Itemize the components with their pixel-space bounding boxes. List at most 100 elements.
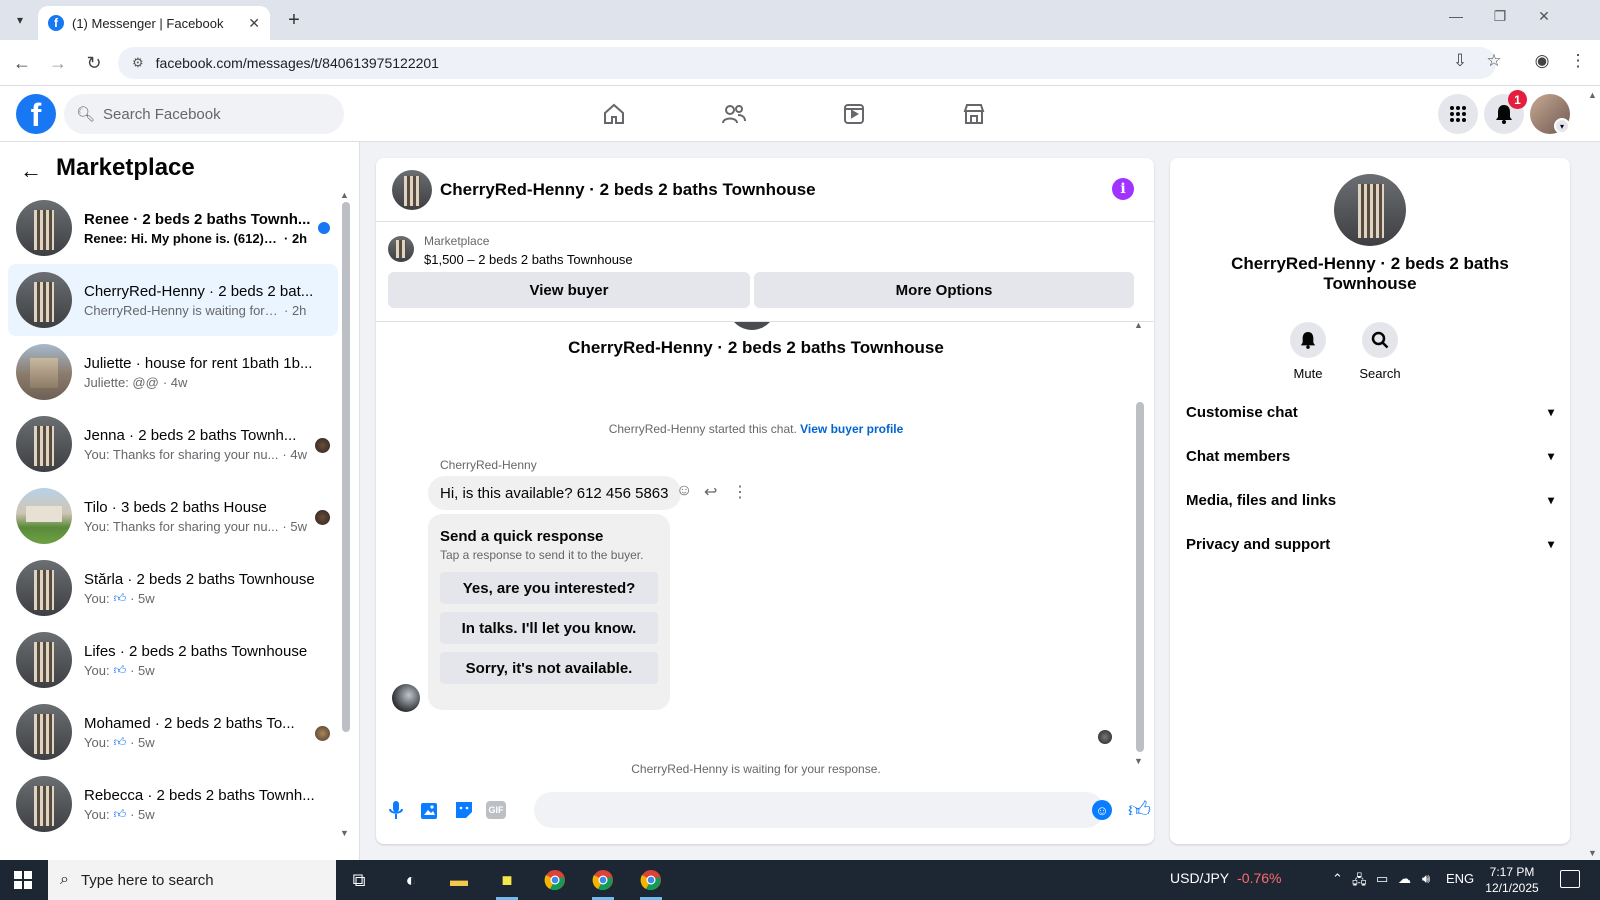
install-app-icon[interactable]: ⇩	[1448, 51, 1472, 71]
sticky-notes-icon[interactable]: ■	[490, 866, 524, 900]
page-scroll-up-icon[interactable]: ▲	[1588, 90, 1597, 100]
view-buyer-button[interactable]: View buyer	[388, 272, 750, 308]
volume-icon[interactable]: 🔊︎	[1422, 871, 1430, 887]
file-explorer-icon[interactable]: ▬	[442, 866, 476, 894]
tab-list-chevron-icon[interactable]: ▾	[8, 8, 32, 32]
conversation-item[interactable]: Juliette · house for rent 1bath 1b... Ju…	[8, 336, 338, 408]
reload-icon[interactable]: ↻	[82, 51, 106, 75]
more-actions-icon[interactable]: ⋮	[732, 482, 748, 502]
privacy-support-row[interactable]: Privacy and support ▾	[1186, 524, 1554, 564]
bookmark-star-icon[interactable]: ☆	[1482, 51, 1506, 71]
account-chevron-down-icon[interactable]: ▾	[1554, 118, 1570, 134]
reply-icon[interactable]: ↩	[704, 482, 717, 502]
battery-icon[interactable]: ▭	[1376, 871, 1388, 887]
friends-icon[interactable]	[714, 96, 754, 132]
conversation-item[interactable]: Rebecca · 2 beds 2 baths Townh... You: 👍︎…	[8, 768, 338, 840]
restore-icon[interactable]: ❐	[1488, 8, 1512, 25]
site-settings-icon[interactable]: ⚙	[132, 55, 144, 71]
chrome-icon[interactable]	[538, 866, 572, 894]
sticker-icon[interactable]	[452, 798, 476, 822]
sidebar-scrollbar[interactable]	[342, 202, 350, 732]
taskbar-search[interactable]: ⌕ Type here to search	[48, 860, 336, 900]
conversation-item[interactable]: Renee · 2 beds 2 baths Townh... Renee: H…	[8, 192, 338, 264]
page-scroll-down-icon[interactable]: ▼	[1588, 848, 1597, 858]
thumbs-up-send-icon[interactable]: 👍︎	[1128, 796, 1151, 823]
microphone-icon[interactable]	[384, 798, 408, 822]
chat-scroll-up-icon[interactable]: ▲	[1134, 320, 1143, 330]
home-icon[interactable]	[594, 96, 634, 132]
facebook-favicon-icon: f	[48, 15, 64, 31]
listing-price[interactable]: $1,500 – 2 beds 2 baths Townhouse	[424, 252, 633, 267]
tray-chevron-icon[interactable]: ⌃	[1332, 871, 1343, 887]
message-thread: CherryRed-Henny · 2 beds 2 baths Townhou…	[376, 322, 1154, 782]
marketplace-store-icon[interactable]	[954, 96, 994, 132]
currency-ticker[interactable]: USD/JPY -0.76%	[1170, 870, 1281, 886]
quick-response-button[interactable]: Yes, are you interested?	[440, 572, 658, 604]
conversation-item[interactable]: Lifes · 2 beds 2 baths Townhouse You: 👍︎ ·…	[8, 624, 338, 696]
chat-title[interactable]: CherryRed-Henny · 2 beds 2 baths Townhou…	[440, 180, 816, 200]
address-bar[interactable]: ⚙ facebook.com/messages/t/84061397512220…	[118, 47, 1496, 79]
window-close-icon[interactable]: ✕	[1532, 8, 1556, 25]
browser-tab[interactable]: f (1) Messenger | Facebook ✕	[38, 6, 270, 40]
taskbar-clock[interactable]: 7:17 PM 12/1/2025	[1476, 864, 1548, 896]
conversation-item[interactable]: Jenna · 2 beds 2 baths Townh... You: Tha…	[8, 408, 338, 480]
photo-gallery-icon[interactable]	[418, 798, 442, 822]
onedrive-cloud-icon[interactable]: ☁	[1398, 871, 1411, 887]
emoji-icon[interactable]: ☺	[1092, 800, 1112, 820]
search-button[interactable]: Search	[1350, 322, 1410, 381]
minimize-icon[interactable]: —	[1444, 8, 1468, 24]
tab-close-icon[interactable]: ✕	[248, 15, 260, 32]
facebook-search-input[interactable]	[103, 105, 324, 123]
back-arrow-icon[interactable]: ←	[20, 158, 42, 184]
conversation-item[interactable]: Stărla · 2 beds 2 baths Townhouse You: 👍︎…	[8, 552, 338, 624]
message-input[interactable]	[534, 792, 1104, 828]
customise-chat-row[interactable]: Customise chat ▾	[1186, 392, 1554, 432]
facebook-search[interactable]: 🔍︎	[64, 94, 344, 134]
row-label: Media, files and links	[1186, 491, 1337, 509]
chat-avatar[interactable]	[392, 169, 432, 210]
chrome-profile-icon[interactable]	[586, 866, 620, 900]
quick-response-button[interactable]: Sorry, it's not available.	[440, 652, 658, 684]
quick-response-button[interactable]: In talks. I'll let you know.	[440, 612, 658, 644]
windows-start-icon[interactable]	[14, 871, 32, 889]
back-arrow-icon[interactable]: ←	[10, 51, 34, 75]
forward-arrow-icon[interactable]: →	[46, 51, 70, 75]
new-tab-icon[interactable]: +	[282, 8, 306, 32]
browser-menu-icon[interactable]: ⋮	[1566, 51, 1590, 71]
language-indicator[interactable]: ENG	[1446, 871, 1474, 886]
scroll-down-arrow-icon[interactable]: ▼	[340, 828, 349, 838]
conversation-item[interactable]: Tilo · 3 beds 2 baths House You: Thanks …	[8, 480, 338, 552]
watch-video-icon[interactable]	[834, 96, 874, 132]
gif-icon[interactable]: GIF	[486, 801, 506, 819]
conversation-item[interactable]: CherryRed-Henny · 2 beds 2 bat... Cherry…	[8, 264, 338, 336]
chat-started-notice: CherryRed-Henny started this chat. View …	[376, 422, 1136, 436]
chat-members-row[interactable]: Chat members ▾	[1186, 436, 1554, 476]
conversation-time: · 5w	[282, 518, 307, 534]
facebook-logo-icon[interactable]: f	[16, 94, 56, 134]
message-bubble[interactable]: Hi, is this available? 612 456 5863	[428, 476, 681, 510]
chat-scrollbar[interactable]	[1136, 402, 1144, 752]
clock-time: 7:17 PM	[1489, 865, 1535, 879]
network-icon[interactable]: 🖧︎	[1352, 871, 1367, 893]
conversation-preview: You: Thanks for sharing your nu...	[84, 518, 279, 534]
thumbs-up-icon: 👍︎	[113, 806, 127, 821]
media-files-links-row[interactable]: Media, files and links ▾	[1186, 480, 1554, 520]
more-options-button[interactable]: More Options	[754, 272, 1134, 308]
search-label: Search	[1359, 366, 1401, 381]
app-icon[interactable]: ◐	[394, 866, 428, 894]
conversation-time: · 4w	[282, 446, 307, 462]
view-buyer-profile-link[interactable]: View buyer profile	[800, 422, 903, 436]
chat-scroll-down-icon[interactable]: ▼	[1134, 756, 1143, 766]
menu-grid-icon[interactable]	[1438, 94, 1478, 134]
mute-button[interactable]: Mute	[1278, 322, 1338, 381]
conversation-item[interactable]: Mohamed · 2 beds 2 baths To... You: 👍︎ · 5…	[8, 696, 338, 768]
task-view-icon[interactable]: ⧉	[342, 866, 376, 894]
started-text: CherryRed-Henny started this chat.	[608, 422, 797, 436]
info-icon[interactable]: i	[1112, 178, 1134, 200]
scroll-up-arrow-icon[interactable]: ▲	[340, 190, 349, 200]
notification-center-icon[interactable]	[1560, 870, 1580, 888]
message-composer: GIF ☺ 👍︎	[376, 782, 1154, 838]
react-emoji-icon[interactable]: ☺	[676, 482, 692, 500]
chrome-window-icon[interactable]	[634, 866, 668, 900]
profile-icon[interactable]: ◉	[1530, 51, 1554, 71]
